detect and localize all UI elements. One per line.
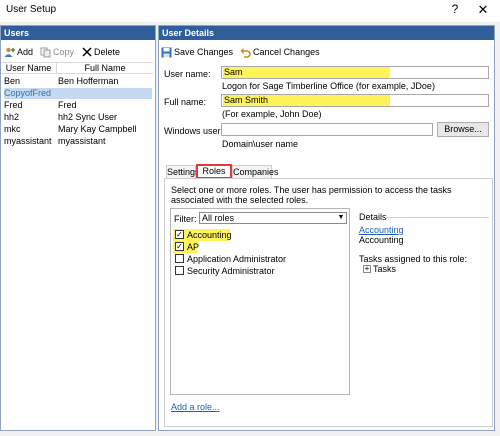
user-name-cell: Fred: [4, 100, 23, 110]
full-name-hint: (For example, John Doe): [222, 109, 322, 119]
user-row[interactable]: mkc Mary Kay Campbell: [4, 124, 152, 135]
save-changes-button[interactable]: Save Changes: [161, 47, 233, 58]
full-name-cell: [58, 88, 152, 99]
windows-user-hint: Domain\user name: [222, 139, 299, 149]
checkbox-application-administrator[interactable]: [175, 254, 184, 263]
save-icon: [161, 47, 172, 58]
cancel-changes-button[interactable]: Cancel Changes: [240, 47, 320, 58]
user-row[interactable]: hh2 hh2 Sync User: [4, 112, 152, 123]
full-name-cell: Ben Hofferman: [58, 76, 119, 86]
windows-user-label: Windows user:: [164, 126, 224, 136]
tab-settings[interactable]: Settings: [166, 165, 200, 178]
copy-icon: [40, 47, 51, 58]
roles-instruction: Select one or more roles. The user has p…: [171, 185, 452, 205]
window-title: User Setup: [6, 4, 57, 15]
full-name-field[interactable]: Sam Smith: [221, 94, 489, 107]
user-name-field[interactable]: Sam: [221, 66, 489, 79]
full-name-value: Sam Smith: [223, 95, 390, 106]
user-name-cell: mkc: [4, 124, 21, 134]
filter-dropdown[interactable]: All roles ▼: [199, 212, 347, 224]
delete-label: Delete: [94, 47, 121, 57]
role-label: Application Administrator: [187, 254, 287, 264]
user-row[interactable]: myassistant myassistant: [4, 136, 152, 147]
browse-button[interactable]: Browse...: [437, 122, 489, 137]
full-name-cell: hh2 Sync User: [58, 112, 118, 122]
full-name-cell: Fred: [58, 100, 77, 110]
column-header-username[interactable]: User Name: [1, 63, 57, 73]
save-label: Save Changes: [174, 47, 234, 57]
users-panel-header: Users: [1, 26, 155, 40]
filter-label: Filter:: [174, 214, 197, 224]
delete-user-button[interactable]: Delete: [81, 47, 120, 58]
tasks-assigned-label: Tasks assigned to this role:: [359, 254, 468, 264]
tasks-node-label[interactable]: Tasks: [373, 264, 396, 274]
add-user-icon: [4, 47, 15, 58]
user-row-selected[interactable]: CopyofFred: [4, 88, 152, 99]
user-name-cell: CopyofFred: [4, 88, 58, 99]
role-label: Security Administrator: [187, 266, 275, 276]
role-label: Accounting: [187, 230, 232, 240]
details-divider: [385, 217, 489, 218]
user-details-header: User Details: [159, 26, 494, 40]
filter-value: All roles: [202, 213, 235, 223]
delete-icon: [81, 47, 92, 58]
user-name-cell: Ben: [4, 76, 21, 86]
column-header-fullname[interactable]: Full Name: [57, 63, 153, 73]
checkbox-security-administrator[interactable]: [175, 266, 184, 275]
full-name-label: Full name:: [164, 97, 207, 107]
details-title: Details: [359, 212, 387, 222]
add-label: Add: [17, 47, 34, 57]
help-button[interactable]: ?: [448, 2, 462, 16]
user-row[interactable]: Fred Fred: [4, 100, 152, 111]
windows-user-field[interactable]: [221, 123, 433, 136]
copy-user-button[interactable]: Copy: [40, 47, 74, 58]
title-bar: User Setup ? ✕: [0, 0, 500, 22]
role-label: AP: [187, 242, 200, 252]
add-role-link[interactable]: Add a role...: [171, 402, 220, 412]
checkbox-ap[interactable]: ✓: [175, 242, 184, 251]
user-row[interactable]: Ben Ben Hofferman: [4, 76, 152, 87]
add-user-button[interactable]: Add: [4, 47, 33, 58]
user-name-cell: hh2: [4, 112, 20, 122]
user-name-value: Sam: [223, 67, 390, 78]
users-toolbar: Add Copy Delete: [4, 44, 127, 60]
tasks-expand-icon[interactable]: +: [363, 265, 371, 273]
full-name-cell: Mary Kay Campbell: [58, 124, 137, 134]
close-button[interactable]: ✕: [474, 2, 492, 18]
checkbox-accounting[interactable]: ✓: [175, 230, 184, 239]
role-detail-desc: Accounting: [359, 235, 404, 245]
role-detail-link[interactable]: Accounting: [359, 225, 404, 235]
chevron-down-icon: ▼: [337, 214, 345, 221]
user-name-label: User name:: [164, 69, 211, 79]
copy-label: Copy: [53, 47, 75, 57]
full-name-cell: myassistant: [58, 136, 106, 146]
user-name-hint: Logon for Sage Timberline Office (for ex…: [222, 81, 435, 91]
tab-roles[interactable]: Roles: [196, 164, 232, 179]
user-name-cell: myassistant: [4, 136, 52, 146]
details-toolbar: Save Changes Cancel Changes: [161, 44, 327, 60]
undo-icon: [240, 47, 251, 58]
tab-companies[interactable]: Companies: [232, 165, 279, 178]
cancel-label: Cancel Changes: [253, 47, 320, 57]
users-grid-header: User Name Full Name: [1, 62, 153, 74]
